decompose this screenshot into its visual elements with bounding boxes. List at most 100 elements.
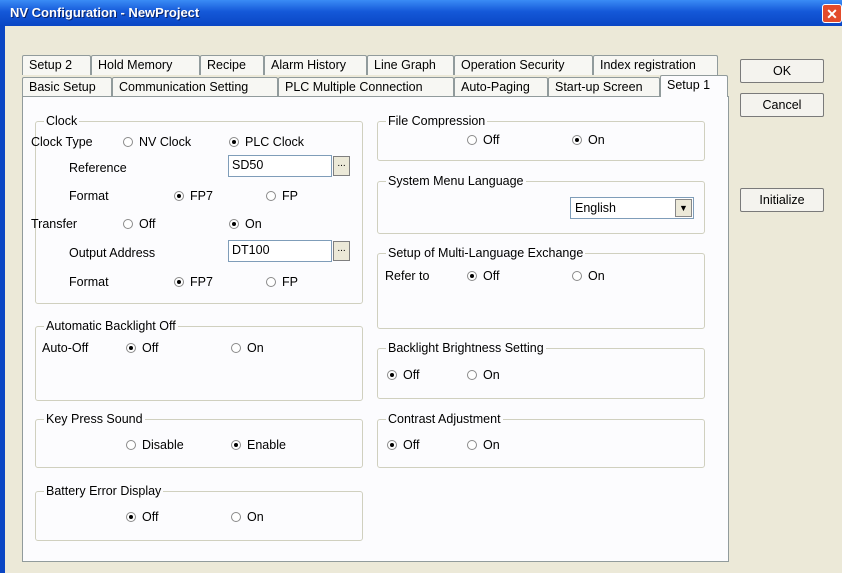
battery-off-radio[interactable]: Off: [126, 510, 158, 524]
auto-off-off-radio[interactable]: Off: [126, 341, 158, 355]
file-compression-on-label: On: [588, 133, 605, 147]
format-fp7-radio[interactable]: FP7: [174, 189, 213, 203]
tab-setup-2[interactable]: Setup 2: [22, 55, 91, 75]
brightness-on-label: On: [483, 368, 500, 382]
setup-1-panel: Clock Clock Type NV Clock PLC Clock Refe…: [22, 96, 729, 562]
contrast-legend: Contrast Adjustment: [386, 412, 503, 426]
plc-clock-label: PLC Clock: [245, 135, 305, 149]
contrast-off-radio[interactable]: Off: [387, 438, 419, 452]
radio-selected-icon: [126, 512, 136, 522]
fp7-label: FP7: [190, 189, 213, 203]
file-compression-group: File Compression: [377, 114, 705, 161]
output-address-browse-button[interactable]: ...: [333, 241, 350, 261]
contrast-on-radio[interactable]: On: [467, 438, 500, 452]
format2-label: Format: [69, 275, 109, 289]
tab-communication-setting[interactable]: Communication Setting: [112, 77, 278, 97]
language-select[interactable]: English ▼: [570, 197, 694, 219]
fp-label: FP: [282, 275, 298, 289]
tab-recipe[interactable]: Recipe: [200, 55, 264, 75]
clock-legend: Clock: [44, 114, 80, 128]
brightness-off-label: Off: [403, 368, 420, 382]
tab-setup-1[interactable]: Setup 1: [660, 75, 728, 97]
disable-label: Disable: [142, 438, 184, 452]
radio-selected-icon: [231, 440, 241, 450]
refer-to-label: Refer to: [385, 269, 430, 283]
backlight-brightness-group: Backlight Brightness Setting: [377, 341, 705, 399]
tab-line-graph[interactable]: Line Graph: [367, 55, 454, 75]
fp7-label: FP7: [190, 275, 213, 289]
tab-basic-setup[interactable]: Basic Setup: [22, 77, 112, 97]
title-bar[interactable]: NV Configuration - NewProject ✕: [0, 0, 842, 26]
output-address-label: Output Address: [69, 246, 156, 260]
plc-clock-radio[interactable]: PLC Clock: [229, 135, 304, 149]
auto-off-on-radio[interactable]: On: [231, 341, 264, 355]
brightness-off-radio[interactable]: Off: [387, 368, 419, 382]
ok-button[interactable]: OK: [740, 59, 824, 83]
transfer-on-radio[interactable]: On: [229, 217, 262, 231]
multi-language-on-radio[interactable]: On: [572, 269, 605, 283]
battery-off-label: Off: [142, 510, 159, 524]
multi-language-off-radio[interactable]: Off: [467, 269, 499, 283]
file-compression-off-label: Off: [483, 133, 500, 147]
tab-auto-paging[interactable]: Auto-Paging: [454, 77, 548, 97]
radio-icon: [123, 137, 133, 147]
file-compression-on-radio[interactable]: On: [572, 133, 605, 147]
auto-off-on-label: On: [247, 341, 264, 355]
reference-browse-button[interactable]: ...: [333, 156, 350, 176]
tab-alarm-history[interactable]: Alarm History: [264, 55, 367, 75]
nv-clock-label: NV Clock: [139, 135, 192, 149]
tab-hold-memory[interactable]: Hold Memory: [91, 55, 200, 75]
key-press-group: Key Press Sound: [35, 412, 363, 468]
radio-selected-icon: [229, 137, 239, 147]
tab-operation-security[interactable]: Operation Security: [454, 55, 593, 75]
cancel-button[interactable]: Cancel: [740, 93, 824, 117]
format2-fp-radio[interactable]: FP: [266, 275, 298, 289]
transfer-off-label: Off: [139, 217, 156, 231]
output-address-input[interactable]: DT100: [228, 240, 332, 262]
radio-selected-icon: [467, 271, 477, 281]
battery-error-legend: Battery Error Display: [44, 484, 164, 498]
battery-on-label: On: [247, 510, 264, 524]
brightness-on-radio[interactable]: On: [467, 368, 500, 382]
tab-plc-multiple-connection[interactable]: PLC Multiple Connection: [278, 77, 454, 97]
nv-clock-radio[interactable]: NV Clock: [123, 135, 191, 149]
radio-icon: [467, 370, 477, 380]
format-fp-radio[interactable]: FP: [266, 189, 298, 203]
radio-icon: [467, 135, 477, 145]
configuration-window: NV Configuration - NewProject ✕ Setup 2 …: [0, 0, 842, 573]
multi-language-legend: Setup of Multi-Language Exchange: [386, 246, 586, 260]
key-press-legend: Key Press Sound: [44, 412, 145, 426]
initialize-button[interactable]: Initialize: [740, 188, 824, 212]
battery-error-group: Battery Error Display: [35, 484, 363, 541]
radio-selected-icon: [174, 191, 184, 201]
radio-selected-icon: [229, 219, 239, 229]
format2-fp7-radio[interactable]: FP7: [174, 275, 213, 289]
format-label: Format: [69, 189, 109, 203]
contrast-group: Contrast Adjustment: [377, 412, 705, 468]
radio-selected-icon: [572, 135, 582, 145]
window-title: NV Configuration - NewProject: [10, 5, 200, 20]
key-press-enable-radio[interactable]: Enable: [231, 438, 286, 452]
enable-label: Enable: [247, 438, 286, 452]
multi-language-off-label: Off: [483, 269, 500, 283]
radio-icon: [266, 277, 276, 287]
reference-input[interactable]: SD50: [228, 155, 332, 177]
language-value: English: [575, 201, 616, 215]
tab-index-registration[interactable]: Index registration: [593, 55, 718, 75]
auto-off-off-label: Off: [142, 341, 159, 355]
contrast-off-label: Off: [403, 438, 420, 452]
radio-icon: [231, 512, 241, 522]
auto-off-label: Auto-Off: [42, 341, 89, 355]
radio-selected-icon: [126, 343, 136, 353]
tab-start-up-screen[interactable]: Start-up Screen: [548, 77, 660, 97]
close-icon[interactable]: ✕: [822, 4, 842, 23]
file-compression-off-radio[interactable]: Off: [467, 133, 499, 147]
dropdown-arrow-icon[interactable]: ▼: [675, 199, 692, 217]
transfer-label: Transfer: [31, 217, 78, 231]
system-menu-language-legend: System Menu Language: [386, 174, 526, 188]
window-border: [0, 26, 5, 573]
key-press-disable-radio[interactable]: Disable: [126, 438, 184, 452]
battery-on-radio[interactable]: On: [231, 510, 264, 524]
transfer-off-radio[interactable]: Off: [123, 217, 155, 231]
file-compression-legend: File Compression: [386, 114, 488, 128]
